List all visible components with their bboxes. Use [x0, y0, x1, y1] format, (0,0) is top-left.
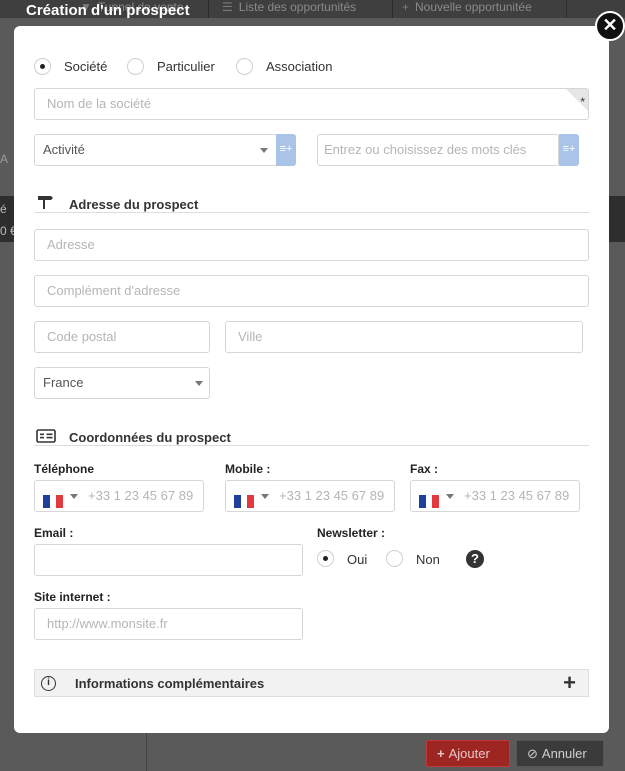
- website-input[interactable]: http://www.monsite.fr: [34, 608, 303, 640]
- list-add-icon: ≡+: [279, 143, 293, 155]
- radio-societe-label: Société: [64, 59, 108, 74]
- radio-newsletter-non[interactable]: [386, 550, 403, 567]
- help-icon[interactable]: ?: [466, 550, 484, 568]
- phone-label: Téléphone: [34, 462, 95, 476]
- activity-select-value: Activité: [43, 142, 85, 157]
- bg-fragment: A: [0, 152, 9, 166]
- keywords-placeholder: Entrez ou choisissez des mots clés: [324, 142, 527, 157]
- close-button[interactable]: ✕: [595, 11, 625, 41]
- address2-input[interactable]: Complément d'adresse: [34, 275, 589, 307]
- expand-plus-icon: +: [563, 670, 576, 695]
- bg-tab-separator: [392, 0, 393, 18]
- address-section-title: Adresse du prospect: [69, 197, 199, 212]
- signpost-icon: [36, 195, 54, 212]
- mobile-input[interactable]: +33 1 23 45 67 89: [225, 480, 395, 512]
- address-placeholder: Adresse: [47, 237, 95, 252]
- country-code-selector[interactable]: [411, 481, 455, 511]
- plus-icon: +: [402, 0, 410, 14]
- radio-newsletter-oui[interactable]: [317, 550, 334, 567]
- contact-card-icon: [36, 429, 56, 446]
- section-divider: [34, 212, 589, 213]
- france-flag-icon: [43, 489, 63, 508]
- website-placeholder: http://www.monsite.fr: [47, 616, 168, 631]
- country-code-selector[interactable]: [226, 481, 270, 511]
- postal-code-input[interactable]: Code postal: [34, 321, 210, 353]
- contact-section-title: Coordonnées du prospect: [69, 430, 231, 445]
- fax-label: Fax :: [410, 462, 439, 476]
- city-input[interactable]: Ville: [225, 321, 583, 353]
- section-divider: [34, 445, 589, 446]
- list-icon: ☰: [222, 0, 233, 14]
- ban-icon: ⊘: [527, 746, 538, 761]
- chevron-down-icon: [261, 494, 269, 499]
- add-button-label: Ajouter: [448, 746, 490, 761]
- bg-fragment: é: [0, 202, 7, 216]
- radio-association[interactable]: [236, 58, 253, 75]
- add-button[interactable]: + Ajouter: [426, 740, 510, 767]
- france-flag-icon: [234, 489, 254, 508]
- activity-list-button[interactable]: ≡+: [276, 134, 296, 166]
- email-input[interactable]: [34, 544, 303, 576]
- radio-particulier[interactable]: [127, 58, 144, 75]
- newsletter-label: Newsletter :: [317, 526, 386, 540]
- france-flag-icon: [419, 489, 439, 508]
- country-select[interactable]: France: [34, 367, 210, 399]
- required-marker: *: [580, 95, 585, 109]
- keywords-list-button[interactable]: ≡+: [559, 134, 579, 166]
- email-label: Email :: [34, 526, 74, 540]
- mobile-placeholder: +33 1 23 45 67 89: [279, 488, 385, 503]
- keywords-input[interactable]: Entrez ou choisissez des mots clés: [317, 134, 559, 166]
- info-icon: i: [41, 676, 56, 691]
- city-placeholder: Ville: [238, 329, 263, 344]
- prospect-modal: Société Particulier Association Nom de l…: [14, 26, 609, 733]
- country-code-selector[interactable]: [35, 481, 79, 511]
- mobile-label: Mobile :: [225, 462, 271, 476]
- more-info-toggle[interactable]: i Informations complémentaires +: [34, 669, 589, 697]
- postal-code-placeholder: Code postal: [47, 329, 117, 344]
- radio-association-label: Association: [266, 59, 333, 74]
- phone-input[interactable]: +33 1 23 45 67 89: [34, 480, 204, 512]
- background-divider: [146, 733, 147, 771]
- website-label: Site internet :: [34, 590, 111, 604]
- bg-tab-separator: [208, 0, 209, 18]
- chevron-down-icon: [195, 381, 203, 386]
- activity-select[interactable]: Activité: [34, 134, 277, 166]
- bg-tab-list[interactable]: ☰ Liste des opportunités: [222, 0, 356, 18]
- radio-particulier-label: Particulier: [157, 59, 215, 74]
- chevron-down-icon: [446, 494, 454, 499]
- bg-tab-new[interactable]: + Nouvelle opportunitée: [402, 0, 532, 18]
- address2-placeholder: Complément d'adresse: [47, 283, 181, 298]
- bg-tab-separator: [566, 0, 567, 18]
- radio-newsletter-non-label: Non: [416, 552, 440, 567]
- close-icon: ✕: [602, 15, 618, 35]
- company-name-placeholder: Nom de la société: [47, 96, 152, 111]
- phone-placeholder: +33 1 23 45 67 89: [88, 488, 194, 503]
- plus-icon: +: [437, 746, 445, 761]
- address-input[interactable]: Adresse: [34, 229, 589, 261]
- chevron-down-icon: [260, 148, 268, 153]
- list-add-icon: ≡+: [562, 143, 576, 155]
- company-name-input[interactable]: Nom de la société *: [34, 88, 589, 120]
- radio-societe[interactable]: [34, 58, 51, 75]
- fax-input[interactable]: +33 1 23 45 67 89: [410, 480, 580, 512]
- fax-placeholder: +33 1 23 45 67 89: [464, 488, 570, 503]
- radio-newsletter-oui-label: Oui: [347, 552, 368, 567]
- cancel-button-label: Annuler: [541, 746, 587, 761]
- chevron-down-icon: [70, 494, 78, 499]
- more-info-label: Informations complémentaires: [75, 676, 265, 691]
- cancel-button[interactable]: ⊘ Annuler: [516, 740, 604, 767]
- modal-title: Création d'un prospect: [26, 2, 190, 19]
- country-select-value: France: [43, 375, 84, 390]
